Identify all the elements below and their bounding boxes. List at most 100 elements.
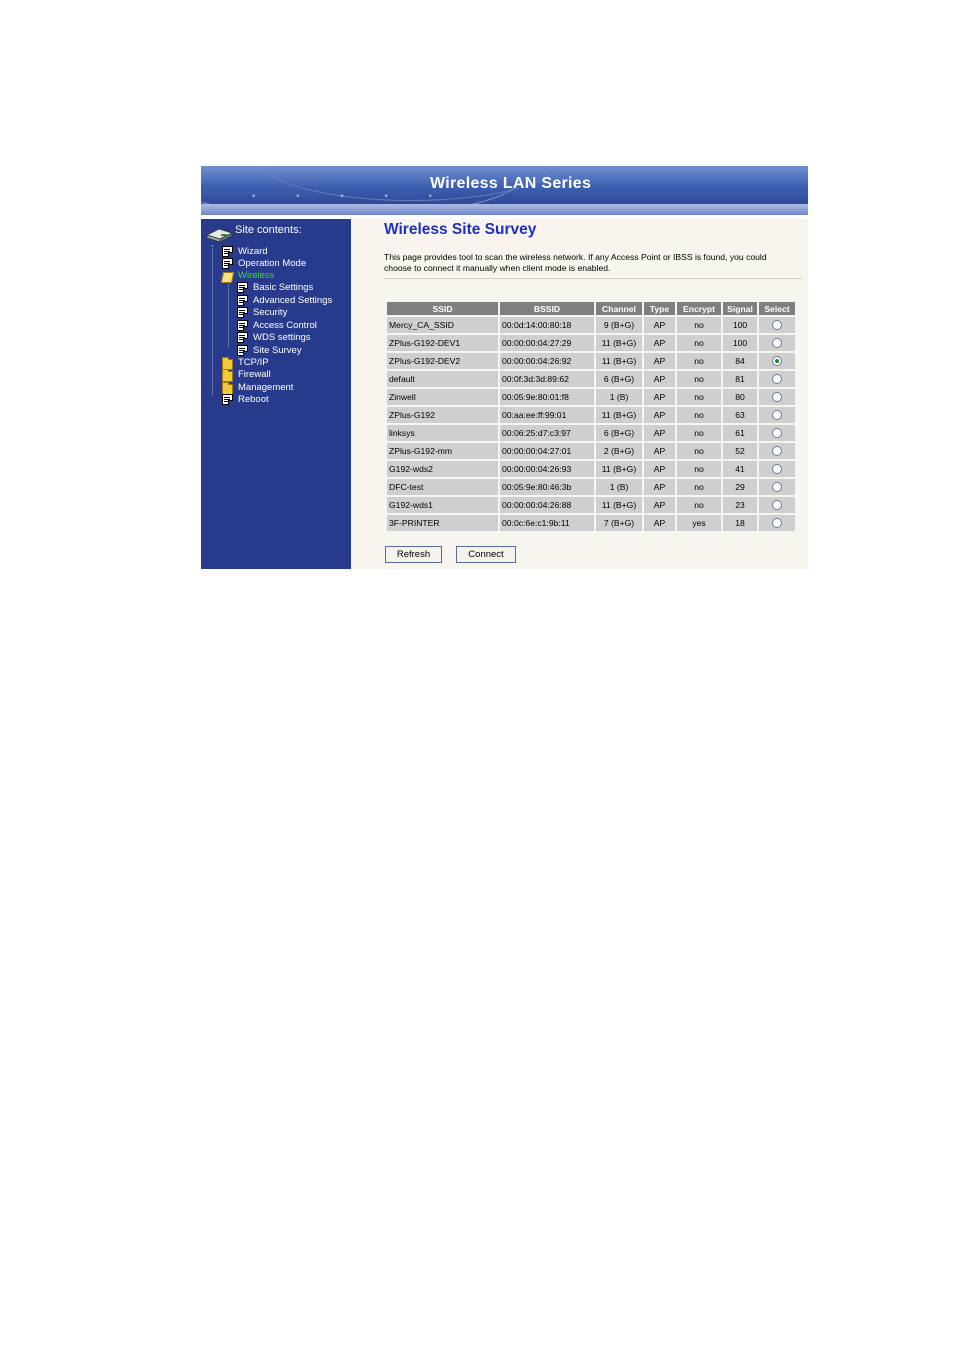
select-radio[interactable] [772,320,782,331]
select-radio[interactable] [772,500,782,511]
select-radio[interactable] [772,428,782,439]
hard-drive-icon [206,228,233,243]
cell-encrypt: no [677,497,721,513]
sidebar-item-label: Wireless [238,270,275,281]
cell-signal: 81 [723,371,757,387]
table-row: G192-wds2 00:00:00:04:26:93 11 (B+G) AP no 41 [387,461,795,477]
cell-encrypt: no [677,317,721,333]
tree-connector [212,245,213,395]
cell-signal: 23 [723,497,757,513]
cell-ssid: G192-wds2 [387,461,498,477]
cell-encrypt: no [677,371,721,387]
cell-signal: 18 [723,515,757,531]
cell-select [759,497,795,513]
sidebar-item-label: Operation Mode [238,258,307,269]
cell-type: AP [644,407,675,423]
cell-bssid: 00:00:00:04:26:88 [500,497,594,513]
page-icon [237,345,248,356]
column-header-channel: Channel [596,302,642,315]
select-radio[interactable] [772,356,782,367]
cell-signal: 100 [723,317,757,333]
cell-type: AP [644,425,675,441]
cell-encrypt: no [677,443,721,459]
table-row: ZPlus-G192-mm 00:00:00:04:27:01 2 (B+G) AP n… [387,443,795,459]
cell-bssid: 00:05:9e:80:46:3b [500,479,594,495]
cell-encrypt: no [677,425,721,441]
table-row: linksys 00:06:25:d7:c3:97 6 (B+G) AP no 61 [387,425,795,441]
table-row: ZPlus-G192-DEV1 00:00:00:04:27:29 11 (B+G)… [387,335,795,351]
column-header-encrypt: Encrypt [677,302,721,315]
cell-signal: 29 [723,479,757,495]
cell-ssid: Mercy_CA_SSID [387,317,498,333]
page-title: Wireless Site Survey [384,221,537,238]
cell-channel: 1 (B) [596,479,642,495]
cell-signal: 84 [723,353,757,369]
cell-select [759,371,795,387]
cell-select [759,317,795,333]
sidebar-item-label: Site Survey [253,345,302,356]
cell-ssid: G192-wds1 [387,497,498,513]
cell-ssid: Zinwell [387,389,498,405]
cell-select [759,353,795,369]
page-icon [237,282,248,293]
refresh-button[interactable]: Refresh [385,546,442,563]
cell-encrypt: no [677,389,721,405]
cell-channel: 6 (B+G) [596,371,642,387]
sidebar-item-label: Access Control [253,320,317,331]
cell-type: AP [644,479,675,495]
cell-signal: 80 [723,389,757,405]
cell-encrypt: no [677,353,721,369]
select-radio[interactable] [772,410,782,421]
cell-select [759,443,795,459]
site-contents-label: Site contents: [235,224,302,236]
page-icon [222,394,233,405]
cell-ssid: ZPlus-G192 [387,407,498,423]
cell-ssid: ZPlus-G192-DEV2 [387,353,498,369]
select-radio[interactable] [772,482,782,493]
cell-type: AP [644,371,675,387]
column-header-select: Select [759,302,795,315]
cell-channel: 11 (B+G) [596,461,642,477]
cell-select [759,407,795,423]
select-radio[interactable] [772,446,782,457]
cell-signal: 61 [723,425,757,441]
cell-ssid: ZPlus-G192-mm [387,443,498,459]
cell-channel: 9 (B+G) [596,317,642,333]
table-row: ZPlus-G192-DEV2 00:00:00:04:26:92 11 (B+G)… [387,353,795,369]
cell-select [759,389,795,405]
select-radio[interactable] [772,464,782,475]
cell-channel: 11 (B+G) [596,497,642,513]
folder-icon [222,369,233,382]
connect-button[interactable]: Connect [456,546,516,563]
sidebar-item-label: Firewall [238,369,271,380]
cell-signal: 52 [723,443,757,459]
banner-stripe [201,204,808,215]
sidebar-item-label: Security [253,307,288,318]
cell-channel: 2 (B+G) [596,443,642,459]
sidebar-item-label: Wizard [238,246,268,257]
select-radio[interactable] [772,374,782,385]
cell-type: AP [644,353,675,369]
table-row: Mercy_CA_SSID 00:0d:14:00:80:18 9 (B+G) AP n… [387,317,795,333]
cell-channel: 11 (B+G) [596,353,642,369]
column-header-ssid: SSID [387,302,498,315]
sidebar-item-label: TCP/IP [238,357,269,368]
cell-channel: 6 (B+G) [596,425,642,441]
cell-encrypt: no [677,335,721,351]
select-radio[interactable] [772,518,782,529]
sidebar-item-label: WDS settings [253,332,311,343]
page-icon [237,295,248,306]
page-icon [237,332,248,343]
table-row: G192-wds1 00:00:00:04:26:88 11 (B+G) AP no 23 [387,497,795,513]
column-header-signal: Signal [723,302,757,315]
select-radio[interactable] [772,338,782,349]
page-icon [222,246,233,257]
table-row: DFC-test 00:05:9e:80:46:3b 1 (B) AP no 29 [387,479,795,495]
page-icon [237,307,248,318]
sidebar-item-label: Reboot [238,394,269,405]
select-radio[interactable] [772,392,782,403]
table-row: ZPlus-G192 00:aa:ee:ff:99:01 11 (B+G) AP no 6… [387,407,795,423]
sidebar-item-label: Management [238,382,294,393]
banner-dots-graphic: • • • • • [251,192,451,202]
cell-type: AP [644,443,675,459]
